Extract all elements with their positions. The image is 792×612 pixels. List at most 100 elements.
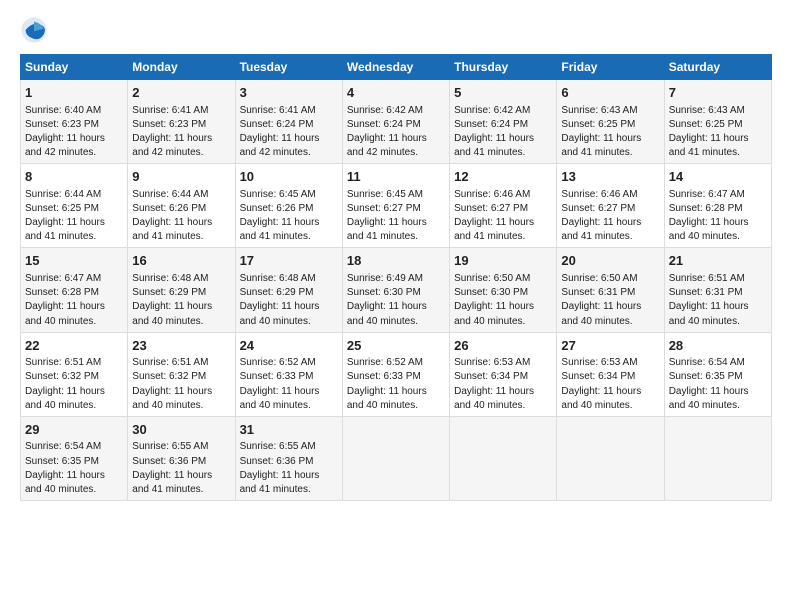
week-row-4: 22 Sunrise: 6:51 AMSunset: 6:32 PMDayligh… xyxy=(21,332,772,416)
cell-info: Sunrise: 6:44 AMSunset: 6:25 PMDaylight:… xyxy=(25,189,105,243)
cell-info: Sunrise: 6:42 AMSunset: 6:24 PMDaylight:… xyxy=(454,105,534,159)
calendar-cell: 12 Sunrise: 6:46 AMSunset: 6:27 PMDayligh… xyxy=(450,164,557,248)
day-number: 3 xyxy=(240,84,338,102)
day-number: 25 xyxy=(347,337,445,355)
day-number: 16 xyxy=(132,252,230,270)
cell-info: Sunrise: 6:47 AMSunset: 6:28 PMDaylight:… xyxy=(669,189,749,243)
cell-info: Sunrise: 6:54 AMSunset: 6:35 PMDaylight:… xyxy=(25,441,105,495)
day-number: 20 xyxy=(561,252,659,270)
cell-info: Sunrise: 6:53 AMSunset: 6:34 PMDaylight:… xyxy=(561,357,641,411)
cell-info: Sunrise: 6:52 AMSunset: 6:33 PMDaylight:… xyxy=(240,357,320,411)
calendar-cell xyxy=(557,416,664,500)
calendar-cell: 22 Sunrise: 6:51 AMSunset: 6:32 PMDayligh… xyxy=(21,332,128,416)
cell-info: Sunrise: 6:55 AMSunset: 6:36 PMDaylight:… xyxy=(240,441,320,495)
calendar-cell: 7 Sunrise: 6:43 AMSunset: 6:25 PMDaylight… xyxy=(664,80,771,164)
calendar-cell: 15 Sunrise: 6:47 AMSunset: 6:28 PMDayligh… xyxy=(21,248,128,332)
cell-info: Sunrise: 6:54 AMSunset: 6:35 PMDaylight:… xyxy=(669,357,749,411)
day-number: 24 xyxy=(240,337,338,355)
day-number: 9 xyxy=(132,168,230,186)
header-row: SundayMondayTuesdayWednesdayThursdayFrid… xyxy=(21,55,772,80)
logo-icon xyxy=(20,16,48,44)
cell-info: Sunrise: 6:48 AMSunset: 6:29 PMDaylight:… xyxy=(132,273,212,327)
calendar-cell: 11 Sunrise: 6:45 AMSunset: 6:27 PMDayligh… xyxy=(342,164,449,248)
day-number: 2 xyxy=(132,84,230,102)
cell-info: Sunrise: 6:52 AMSunset: 6:33 PMDaylight:… xyxy=(347,357,427,411)
day-number: 14 xyxy=(669,168,767,186)
header-cell-saturday: Saturday xyxy=(664,55,771,80)
calendar-cell: 18Sunrise: 6:49 AMSunset: 6:30 PMDayligh… xyxy=(342,248,449,332)
cell-info: Sunrise: 6:51 AMSunset: 6:31 PMDaylight:… xyxy=(669,273,749,327)
cell-info: Sunrise: 6:50 AMSunset: 6:30 PMDaylight:… xyxy=(454,273,534,327)
cell-info: Sunrise: 6:48 AMSunset: 6:29 PMDaylight:… xyxy=(240,273,320,327)
day-number: 15 xyxy=(25,252,123,270)
day-number: 5 xyxy=(454,84,552,102)
header-cell-wednesday: Wednesday xyxy=(342,55,449,80)
cell-info: Sunrise: 6:47 AMSunset: 6:28 PMDaylight:… xyxy=(25,273,105,327)
calendar-cell: 19 Sunrise: 6:50 AMSunset: 6:30 PMDayligh… xyxy=(450,248,557,332)
cell-info: Sunrise: 6:51 AMSunset: 6:32 PMDaylight:… xyxy=(132,357,212,411)
calendar-cell: 28 Sunrise: 6:54 AMSunset: 6:35 PMDayligh… xyxy=(664,332,771,416)
day-number: 8 xyxy=(25,168,123,186)
calendar-cell: 21Sunrise: 6:51 AMSunset: 6:31 PMDayligh… xyxy=(664,248,771,332)
calendar-cell: 30 Sunrise: 6:55 AMSunset: 6:36 PMDayligh… xyxy=(128,416,235,500)
cell-info: Sunrise: 6:49 AMSunset: 6:30 PMDaylight:… xyxy=(347,273,427,327)
day-number: 28 xyxy=(669,337,767,355)
header-cell-tuesday: Tuesday xyxy=(235,55,342,80)
day-number: 27 xyxy=(561,337,659,355)
cell-info: Sunrise: 6:51 AMSunset: 6:32 PMDaylight:… xyxy=(25,357,105,411)
day-number: 11 xyxy=(347,168,445,186)
cell-info: Sunrise: 6:43 AMSunset: 6:25 PMDaylight:… xyxy=(561,105,641,159)
day-number: 13 xyxy=(561,168,659,186)
calendar-cell: 17 Sunrise: 6:48 AMSunset: 6:29 PMDayligh… xyxy=(235,248,342,332)
cell-info: Sunrise: 6:46 AMSunset: 6:27 PMDaylight:… xyxy=(561,189,641,243)
day-number: 30 xyxy=(132,421,230,439)
day-number: 17 xyxy=(240,252,338,270)
cell-info: Sunrise: 6:40 AMSunset: 6:23 PMDaylight:… xyxy=(25,105,105,159)
calendar-cell: 20 Sunrise: 6:50 AMSunset: 6:31 PMDayligh… xyxy=(557,248,664,332)
calendar-cell: 23 Sunrise: 6:51 AMSunset: 6:32 PMDayligh… xyxy=(128,332,235,416)
calendar-cell: 24 Sunrise: 6:52 AMSunset: 6:33 PMDayligh… xyxy=(235,332,342,416)
day-number: 7 xyxy=(669,84,767,102)
day-number: 4 xyxy=(347,84,445,102)
calendar-table: SundayMondayTuesdayWednesdayThursdayFrid… xyxy=(20,54,772,501)
cell-info: Sunrise: 6:41 AMSunset: 6:23 PMDaylight:… xyxy=(132,105,212,159)
calendar-cell: 5 Sunrise: 6:42 AMSunset: 6:24 PMDaylight… xyxy=(450,80,557,164)
header-cell-sunday: Sunday xyxy=(21,55,128,80)
header xyxy=(20,16,772,44)
calendar-cell: 14 Sunrise: 6:47 AMSunset: 6:28 PMDayligh… xyxy=(664,164,771,248)
week-row-2: 8 Sunrise: 6:44 AMSunset: 6:25 PMDaylight… xyxy=(21,164,772,248)
day-number: 1 xyxy=(25,84,123,102)
calendar-cell: 10 Sunrise: 6:45 AMSunset: 6:26 PMDayligh… xyxy=(235,164,342,248)
day-number: 26 xyxy=(454,337,552,355)
day-number: 6 xyxy=(561,84,659,102)
calendar-cell: 16 Sunrise: 6:48 AMSunset: 6:29 PMDayligh… xyxy=(128,248,235,332)
header-cell-monday: Monday xyxy=(128,55,235,80)
calendar-cell xyxy=(450,416,557,500)
day-number: 23 xyxy=(132,337,230,355)
header-cell-friday: Friday xyxy=(557,55,664,80)
cell-info: Sunrise: 6:44 AMSunset: 6:26 PMDaylight:… xyxy=(132,189,212,243)
calendar-cell: 13 Sunrise: 6:46 AMSunset: 6:27 PMDayligh… xyxy=(557,164,664,248)
day-number: 19 xyxy=(454,252,552,270)
day-number: 12 xyxy=(454,168,552,186)
cell-info: Sunrise: 6:43 AMSunset: 6:25 PMDaylight:… xyxy=(669,105,749,159)
cell-info: Sunrise: 6:45 AMSunset: 6:27 PMDaylight:… xyxy=(347,189,427,243)
calendar-cell: 8 Sunrise: 6:44 AMSunset: 6:25 PMDaylight… xyxy=(21,164,128,248)
calendar-cell: 29 Sunrise: 6:54 AMSunset: 6:35 PMDayligh… xyxy=(21,416,128,500)
cell-info: Sunrise: 6:55 AMSunset: 6:36 PMDaylight:… xyxy=(132,441,212,495)
cell-info: Sunrise: 6:50 AMSunset: 6:31 PMDaylight:… xyxy=(561,273,641,327)
cell-info: Sunrise: 6:46 AMSunset: 6:27 PMDaylight:… xyxy=(454,189,534,243)
calendar-cell: 27 Sunrise: 6:53 AMSunset: 6:34 PMDayligh… xyxy=(557,332,664,416)
calendar-cell: 1 Sunrise: 6:40 AMSunset: 6:23 PMDaylight… xyxy=(21,80,128,164)
week-row-1: 1 Sunrise: 6:40 AMSunset: 6:23 PMDaylight… xyxy=(21,80,772,164)
calendar-cell: 2 Sunrise: 6:41 AMSunset: 6:23 PMDaylight… xyxy=(128,80,235,164)
calendar-cell: 31Sunrise: 6:55 AMSunset: 6:36 PMDayligh… xyxy=(235,416,342,500)
day-number: 22 xyxy=(25,337,123,355)
day-number: 29 xyxy=(25,421,123,439)
day-number: 10 xyxy=(240,168,338,186)
calendar-cell: 26Sunrise: 6:53 AMSunset: 6:34 PMDayligh… xyxy=(450,332,557,416)
calendar-cell: 9 Sunrise: 6:44 AMSunset: 6:26 PMDaylight… xyxy=(128,164,235,248)
calendar-cell: 6 Sunrise: 6:43 AMSunset: 6:25 PMDaylight… xyxy=(557,80,664,164)
page: SundayMondayTuesdayWednesdayThursdayFrid… xyxy=(0,0,792,612)
cell-info: Sunrise: 6:45 AMSunset: 6:26 PMDaylight:… xyxy=(240,189,320,243)
